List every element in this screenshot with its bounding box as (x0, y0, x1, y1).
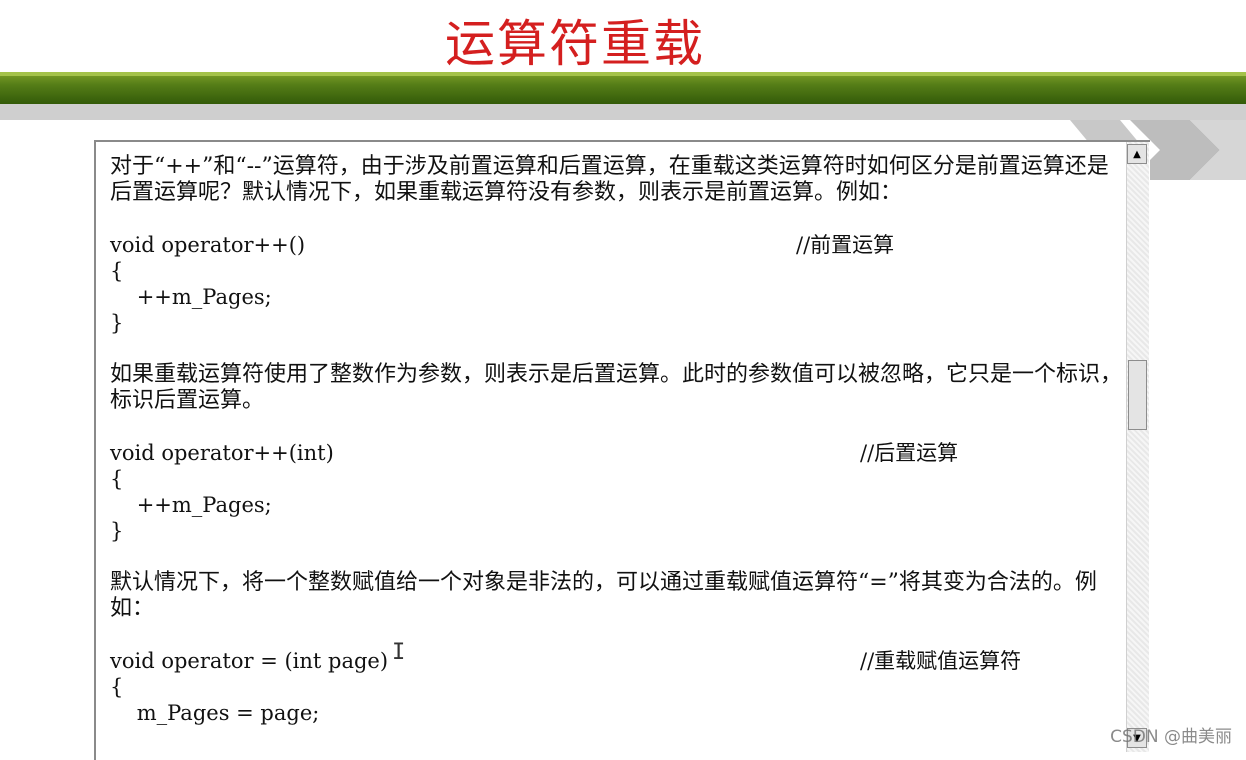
header-band-highlight (0, 72, 1246, 76)
code-line: } (110, 311, 124, 335)
code-line: void operator++() //前置运算 (110, 232, 1122, 258)
code-comment: //重载赋值运算符 (860, 649, 1022, 673)
vertical-scrollbar[interactable]: ▲ ▼ (1126, 142, 1149, 752)
code-signature: void operator++(int) (110, 441, 334, 465)
paragraph-assignment: 默认情况下，将一个整数赋值给一个对象是非法的，可以通过重载赋值运算符“=”将其变… (110, 570, 1097, 621)
scroll-up-icon[interactable]: ▲ (1127, 144, 1147, 164)
header-band (0, 72, 1246, 104)
watermark: CSDN @曲美丽 (1110, 727, 1232, 747)
code-line: m_Pages = page; (110, 701, 320, 725)
code-line: void operator = (int page) //重载赋值运算符 (110, 648, 1122, 674)
code-comment: //后置运算 (860, 441, 959, 465)
code-line: { (110, 675, 124, 699)
code-signature: void operator = (int page) (110, 649, 389, 673)
paragraph-postfix: 如果重载运算符使用了整数作为参数，则表示是后置运算。此时的参数值可以被忽略，它只… (110, 362, 1123, 413)
text-cursor-icon: I (392, 640, 406, 665)
header-gray-strip (0, 104, 1246, 120)
paragraph-prefix-postfix: 对于“++”和“--”运算符，由于涉及前置运算和后置运算，在重载这类运算符时如何… (110, 154, 1109, 205)
code-line: void operator++(int) //后置运算 (110, 440, 1122, 466)
text-panel: 对于“++”和“--”运算符，由于涉及前置运算和后置运算，在重载这类运算符时如何… (94, 140, 1150, 760)
code-comment: //前置运算 (796, 233, 895, 257)
scroll-thumb[interactable] (1128, 360, 1147, 430)
code-signature: void operator++() (110, 233, 306, 257)
slide-title: 运算符重载 (445, 15, 705, 73)
text-content: 对于“++”和“--”运算符，由于涉及前置运算和后置运算，在重载这类运算符时如何… (110, 154, 1122, 726)
code-line: { (110, 259, 124, 283)
code-line: ++m_Pages; (110, 493, 272, 517)
code-line: { (110, 467, 124, 491)
code-line: ++m_Pages; (110, 285, 272, 309)
code-line: } (110, 519, 124, 543)
